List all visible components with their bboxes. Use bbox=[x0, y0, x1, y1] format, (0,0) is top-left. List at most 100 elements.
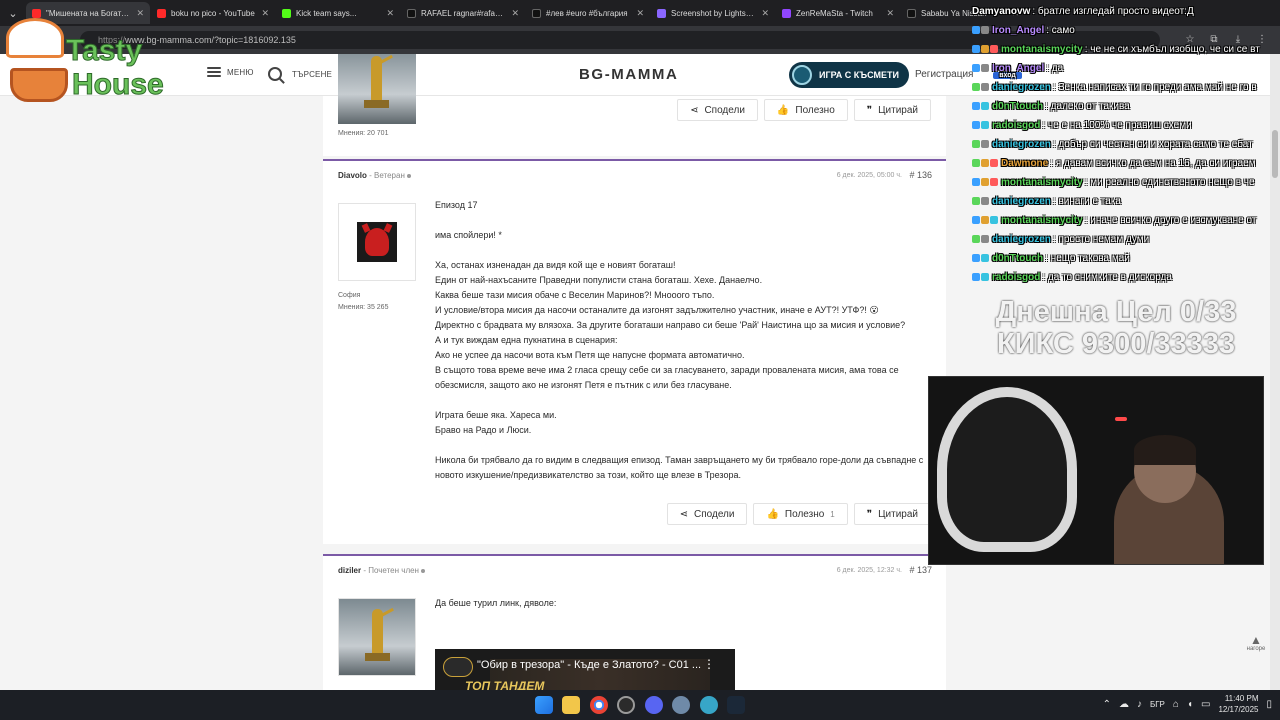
post-author[interactable]: diziler bbox=[338, 566, 361, 575]
chat-badges bbox=[972, 235, 989, 243]
chat-text: : далеко от такива bbox=[1045, 100, 1130, 112]
video-tag: ТОП ТАНДЕМ bbox=[465, 679, 545, 690]
share-button[interactable]: ⋖ Сподели bbox=[666, 503, 748, 525]
game-button[interactable]: ИГРА С КЪСМЕТИ bbox=[789, 62, 909, 88]
more-options-icon[interactable]: ⋮ bbox=[703, 657, 715, 671]
search-button[interactable]: търсене bbox=[268, 67, 332, 81]
embedded-video[interactable]: "Обир в трезора" - Къде е Златото? - С01… bbox=[435, 649, 735, 690]
tasty-house-logo: Tasty House bbox=[4, 18, 180, 110]
pot-icon bbox=[10, 68, 68, 102]
chrome-icon[interactable] bbox=[590, 696, 608, 714]
chat-text: : да bbox=[1046, 62, 1064, 74]
share-label: Сподели bbox=[704, 104, 745, 116]
post-author[interactable]: Diavolo bbox=[338, 171, 367, 180]
streamer-hair-image bbox=[1134, 435, 1196, 465]
avatar[interactable] bbox=[338, 54, 416, 124]
chat-username: Dawmone bbox=[1001, 157, 1049, 169]
tab-title: Kick team says... bbox=[296, 8, 357, 18]
tab-6[interactable]: Screenshot by Lightshot ✕ bbox=[651, 2, 775, 24]
quote-button[interactable]: ❞ Цитирай bbox=[853, 503, 931, 525]
quote-button[interactable]: ❞ Цитирай bbox=[853, 99, 931, 121]
quote-icon: ❞ bbox=[866, 508, 873, 520]
chat-username: d0nTtouch bbox=[992, 252, 1044, 264]
discord-icon[interactable] bbox=[645, 696, 663, 714]
chat-message: Iron_Angel: да вход bbox=[972, 60, 1063, 79]
close-icon[interactable]: ✕ bbox=[886, 8, 894, 19]
chat-text: : братле изгледай просто видеот:Д bbox=[1032, 5, 1194, 17]
register-link[interactable]: Регистрация bbox=[915, 69, 973, 80]
author-post-count: Мнения: 35 265 bbox=[338, 304, 389, 311]
language-indicator[interactable]: БГР bbox=[1150, 700, 1165, 709]
settings-gear-icon[interactable] bbox=[672, 696, 690, 714]
useful-button[interactable]: 👍 Полезно bbox=[763, 99, 848, 121]
post-line: Ако не успее да насочи вота към Петя ще … bbox=[435, 350, 745, 360]
statue-image bbox=[339, 599, 415, 675]
tab-3[interactable]: Kick team says... ✕ bbox=[276, 2, 400, 24]
post-line: Ха, останах изненадан да видя кой ще е н… bbox=[435, 260, 676, 270]
cloud-icon[interactable]: ☁ bbox=[1119, 699, 1129, 710]
login-badge: вход bbox=[993, 71, 1022, 79]
app-icon[interactable] bbox=[700, 696, 718, 714]
chevron-up-icon[interactable]: ⌃ bbox=[1103, 699, 1111, 710]
post-actions: ⋖ Сподели 👍 Полезно ❞ Цитирай bbox=[677, 99, 931, 121]
chat-badges bbox=[972, 102, 989, 110]
post-card: diziler - Почетен член 6 дек. 2025, 12:3… bbox=[323, 556, 946, 690]
logo-word-1: Tasty bbox=[65, 34, 143, 68]
close-icon[interactable]: ✕ bbox=[636, 8, 644, 19]
post-text: Да беше турил линк, дяволе: bbox=[435, 598, 557, 608]
hanging-chair-image bbox=[937, 387, 1077, 552]
tab-title: "Мишената на Богаташ bbox=[46, 8, 132, 18]
chat-badges bbox=[972, 197, 989, 205]
chat-message: d0nTtouch: нещо такова май bbox=[972, 250, 1130, 266]
tab-5[interactable]: #лев #euro #българия ✕ bbox=[526, 2, 650, 24]
chat-username: daniegrozen bbox=[992, 195, 1051, 207]
battery-icon[interactable]: ▭ bbox=[1201, 699, 1210, 710]
file-explorer-icon[interactable] bbox=[562, 696, 580, 714]
chat-badges bbox=[972, 121, 989, 129]
quote-label: Цитирай bbox=[878, 104, 918, 116]
steam-icon[interactable] bbox=[727, 696, 745, 714]
obs-icon[interactable] bbox=[617, 696, 635, 714]
post-line bbox=[435, 213, 935, 228]
windows-start-icon[interactable] bbox=[535, 696, 553, 714]
scroll-to-top-button[interactable]: ▲ нагоре bbox=[1242, 634, 1270, 658]
site-logo[interactable]: BG-MAMMA bbox=[579, 66, 678, 83]
close-icon[interactable]: ✕ bbox=[761, 8, 769, 19]
network-icon[interactable]: ⌂ bbox=[1173, 699, 1179, 710]
close-icon[interactable]: ✕ bbox=[511, 8, 519, 19]
post-number[interactable]: # 137 bbox=[909, 565, 932, 575]
notification-bell-icon[interactable]: ▯ bbox=[1266, 699, 1272, 710]
chat-badges bbox=[972, 254, 989, 262]
medal-icon bbox=[792, 65, 812, 85]
avatar[interactable] bbox=[338, 598, 416, 676]
menu-button[interactable]: меню bbox=[207, 67, 254, 77]
post-author-rank: Почетен член bbox=[368, 566, 419, 575]
chat-username: montanaismycity bbox=[1001, 43, 1083, 55]
game-button-label: ИГРА С КЪСМЕТИ bbox=[819, 70, 899, 80]
close-icon[interactable]: ✕ bbox=[386, 8, 394, 19]
author-post-count: Мнения: 20 701 bbox=[338, 130, 389, 137]
chat-username: radoisgod bbox=[992, 119, 1041, 131]
chat-badges bbox=[972, 45, 998, 53]
tab-title: Screenshot by Lightshot bbox=[671, 8, 757, 18]
thumbs-up-icon: 👍 bbox=[776, 104, 790, 116]
useful-button[interactable]: 👍 Полезно 1 bbox=[753, 503, 848, 525]
chat-message: daniegrozen: винаги е така bbox=[972, 193, 1121, 209]
clock[interactable]: 11:40 PM 12/17/2025 bbox=[1218, 693, 1258, 715]
youtube-icon bbox=[32, 8, 41, 18]
post-number[interactable]: # 136 bbox=[909, 170, 932, 180]
goal-line-1: Днешна Цел 0/33 bbox=[995, 296, 1237, 328]
tab-7[interactable]: ZenReMaSta - Twitch ✕ bbox=[776, 2, 900, 24]
speaker-icon[interactable]: ♪ bbox=[1137, 699, 1142, 710]
thumbs-up-icon: 👍 bbox=[766, 508, 779, 520]
taskbar: ⌃ ☁ ♪ БГР ⌂ ◖ ▭ 11:40 PM 12/17/2025 ▯ bbox=[0, 690, 1280, 720]
goal-line-2: КИКС 9300/33333 bbox=[996, 328, 1236, 360]
avatar[interactable] bbox=[338, 203, 416, 281]
close-icon[interactable]: ✕ bbox=[136, 8, 144, 19]
share-button[interactable]: ⋖ Сподели bbox=[677, 99, 758, 121]
close-icon[interactable]: ✕ bbox=[261, 8, 269, 19]
tab-4[interactable]: RAFAEL ragnar#rafa#rafi ✕ bbox=[401, 2, 525, 24]
chat-username: Iron_Angel bbox=[992, 24, 1045, 36]
chat-badges bbox=[972, 140, 989, 148]
volume-icon[interactable]: ◖ bbox=[1187, 699, 1193, 710]
